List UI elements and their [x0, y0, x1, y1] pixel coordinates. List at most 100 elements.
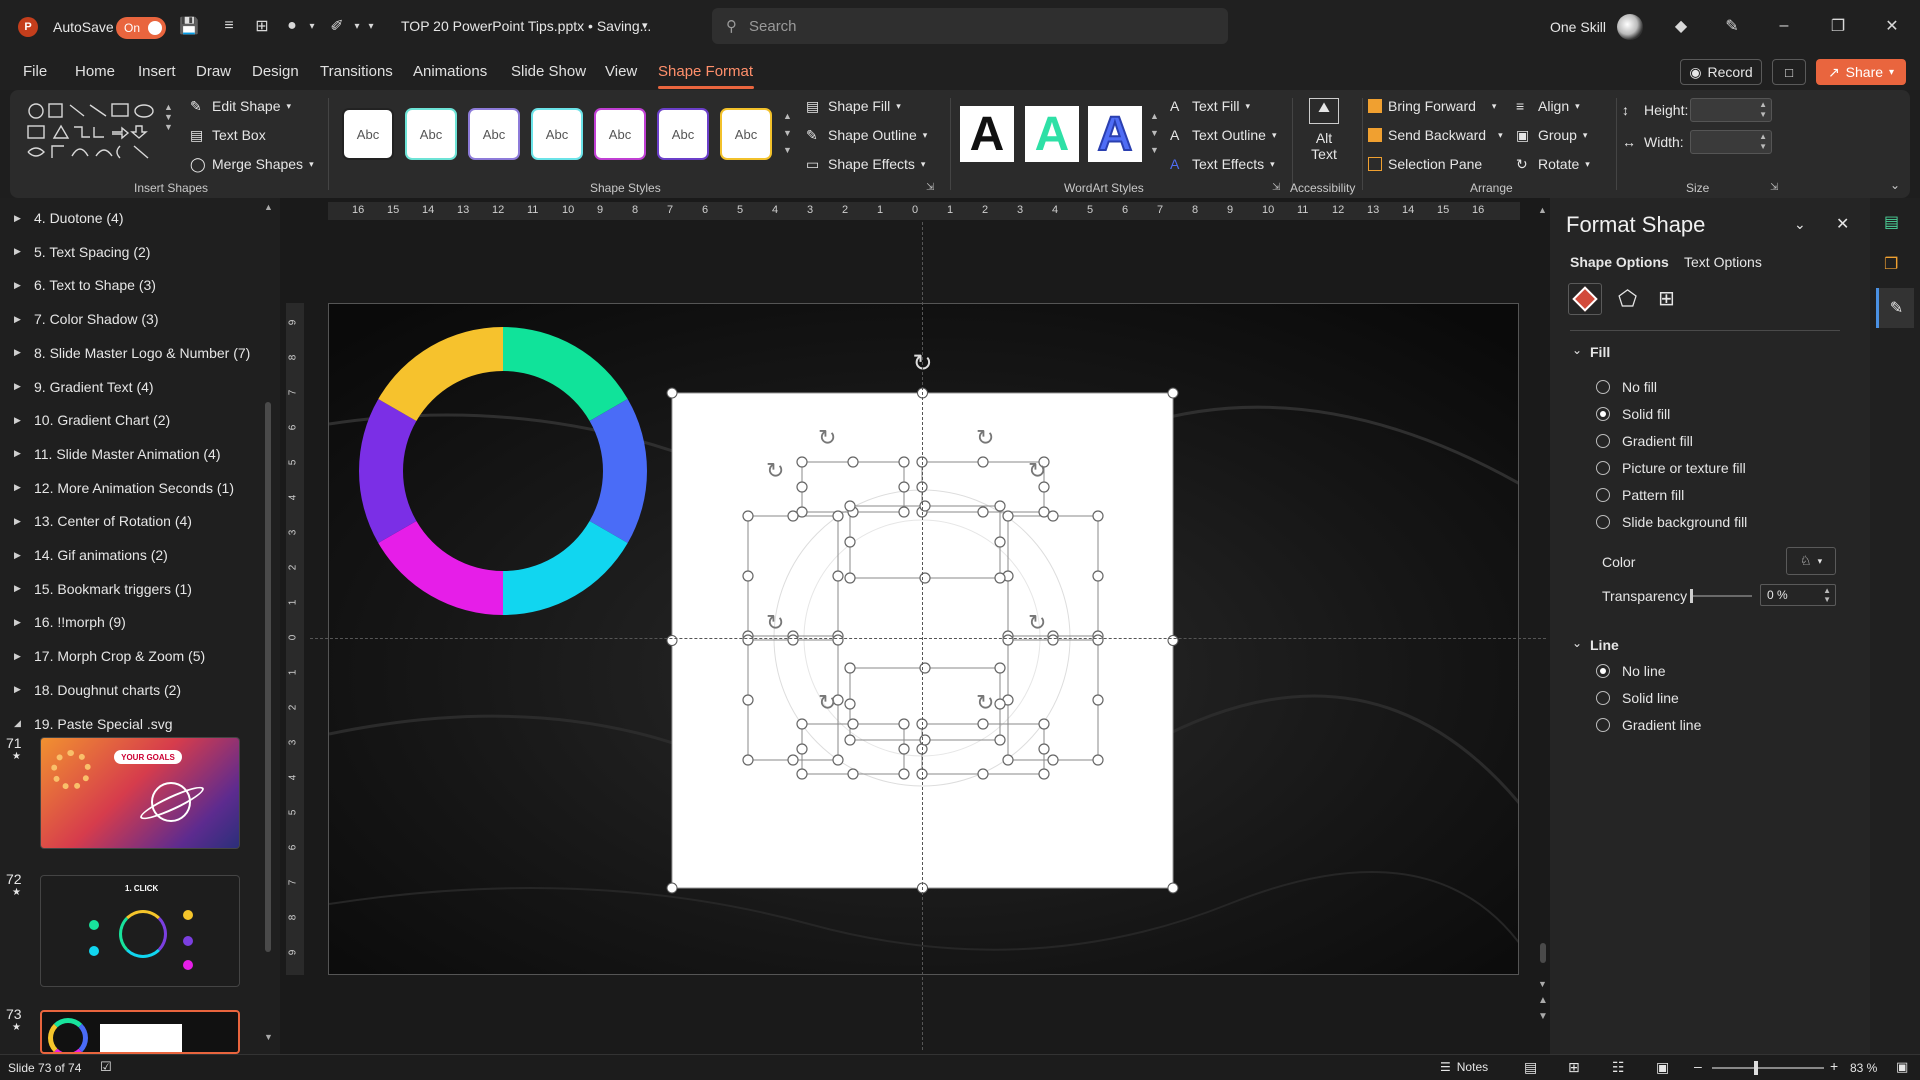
shape-style-2[interactable]: Abc: [405, 108, 457, 160]
radio-button[interactable]: [1596, 515, 1610, 529]
section-collapsed-icon[interactable]: ▶: [14, 516, 24, 527]
color-picker-button[interactable]: ♘ ▾: [1786, 547, 1836, 575]
radio-button[interactable]: [1596, 718, 1610, 732]
close-icon[interactable]: ✕: [1881, 15, 1903, 37]
edit-handle[interactable]: [847, 768, 859, 780]
tab-text-options[interactable]: Text Options: [1684, 254, 1762, 270]
section-item[interactable]: ▶ 4. Duotone (4): [14, 210, 124, 226]
effects-tab-pentagon-icon[interactable]: ⬠: [1618, 286, 1637, 312]
fill-header[interactable]: Fill: [1590, 344, 1610, 360]
edit-handle[interactable]: [1047, 754, 1059, 766]
edit-handle[interactable]: [832, 570, 844, 582]
edit-handle[interactable]: [977, 718, 989, 730]
edit-handle[interactable]: [977, 768, 989, 780]
edit-handle[interactable]: [898, 743, 910, 755]
shape-fill-quick-icon[interactable]: ●: [281, 15, 303, 37]
edit-handle[interactable]: [1092, 570, 1104, 582]
fill-option[interactable]: Picture or texture fill: [1596, 460, 1746, 476]
edit-handle[interactable]: [977, 456, 989, 468]
doughnut-segment[interactable]: [359, 399, 417, 543]
doughnut-segment[interactable]: [378, 521, 503, 615]
gallery-scroll-icon[interactable]: ▲ ▼ ▼: [164, 102, 173, 132]
edit-handle[interactable]: [832, 754, 844, 766]
shape-style-7[interactable]: Abc: [720, 108, 772, 160]
tab-insert[interactable]: Insert: [138, 63, 176, 80]
edit-shape-button[interactable]: ✎ Edit Shape ▾: [190, 98, 291, 114]
resize-handle[interactable]: [1167, 387, 1179, 399]
zoom-level[interactable]: 83 %: [1850, 1061, 1877, 1075]
edit-handle[interactable]: [796, 743, 808, 755]
user-name[interactable]: One Skill: [1550, 19, 1606, 35]
section-collapsed-icon[interactable]: ▶: [14, 314, 24, 325]
send-backward-button[interactable]: Send Backward ▾: [1368, 127, 1503, 143]
autosave-toggle[interactable]: On: [116, 17, 166, 39]
zoom-out-icon[interactable]: –: [1694, 1058, 1702, 1074]
edit-handle[interactable]: [1002, 754, 1014, 766]
chevron-down-icon[interactable]: ▾: [301, 15, 323, 37]
section-collapsed-icon[interactable]: ▶: [14, 448, 24, 459]
zoom-slider-thumb[interactable]: [1754, 1061, 1758, 1075]
section-collapsed-icon[interactable]: ▶: [14, 415, 24, 426]
text-box-button[interactable]: ▤ Text Box: [190, 127, 266, 143]
edit-handle[interactable]: [977, 506, 989, 518]
section-item[interactable]: ▶ 9. Gradient Text (4): [14, 379, 154, 395]
line-option[interactable]: Solid line: [1596, 690, 1679, 706]
section-item[interactable]: ▶ 14. Gif animations (2): [14, 547, 168, 563]
rotate-handle-icon[interactable]: ↻: [818, 690, 836, 715]
section-item[interactable]: ▶ 6. Text to Shape (3): [14, 277, 156, 293]
scrollbar-thumb[interactable]: [265, 402, 271, 952]
section-item[interactable]: ▶ 16. !!morph (9): [14, 614, 126, 630]
line-collapse-icon[interactable]: ⌄: [1572, 636, 1582, 650]
close-icon[interactable]: ✕: [1836, 214, 1849, 234]
edit-handle[interactable]: [994, 698, 1006, 710]
edit-handle[interactable]: [844, 500, 856, 512]
pen-icon[interactable]: ✎: [1721, 15, 1743, 37]
slide-thumbnail-71[interactable]: YOUR GOALS: [40, 737, 240, 849]
fill-line-tab[interactable]: [1568, 283, 1602, 315]
rotate-button[interactable]: ↻ Rotate ▾: [1516, 156, 1590, 172]
section-expanded-icon[interactable]: ◢: [14, 718, 24, 729]
dialog-launcher-icon[interactable]: ⇲: [1770, 182, 1778, 193]
edit-handle[interactable]: [742, 634, 754, 646]
resize-handle[interactable]: [666, 882, 678, 894]
edit-handle[interactable]: [742, 694, 754, 706]
resize-handle[interactable]: [666, 635, 678, 646]
section-item[interactable]: ▶ 13. Center of Rotation (4): [14, 513, 192, 529]
selection-pane-button[interactable]: Selection Pane: [1368, 156, 1482, 172]
rotate-handle-icon[interactable]: ↻: [1028, 458, 1046, 483]
rotate-handle-icon[interactable]: ↻: [1028, 610, 1046, 635]
group-bounding-box[interactable]: [921, 723, 1045, 775]
width-input[interactable]: ▲ ▼: [1690, 130, 1772, 154]
edit-handle[interactable]: [787, 634, 799, 646]
radio-button[interactable]: [1596, 434, 1610, 448]
tab-home[interactable]: Home: [75, 63, 115, 80]
slide-thumbnail-72[interactable]: 1. CLICK: [40, 875, 240, 987]
edit-handle[interactable]: [1092, 694, 1104, 706]
edit-handle[interactable]: [742, 570, 754, 582]
group-bounding-box[interactable]: [849, 505, 1001, 579]
group-button[interactable]: ▣ Group ▾: [1516, 127, 1587, 143]
share-button[interactable]: ↗ Share ▾: [1816, 59, 1906, 85]
edit-handle[interactable]: [994, 662, 1006, 674]
line-header[interactable]: Line: [1590, 637, 1619, 653]
edit-handle[interactable]: [796, 768, 808, 780]
fill-collapse-icon[interactable]: ⌄: [1572, 343, 1582, 357]
section-item[interactable]: ◢ 19. Paste Special .svg: [14, 716, 173, 732]
slide-show-view-icon[interactable]: ▣: [1656, 1059, 1669, 1076]
group-bounding-box[interactable]: [801, 723, 905, 775]
doughnut-segment[interactable]: [503, 327, 628, 421]
tab-shape-options[interactable]: Shape Options: [1570, 254, 1669, 270]
radio-button[interactable]: [1596, 664, 1610, 678]
doughnut-segment[interactable]: [589, 399, 647, 543]
edit-handle[interactable]: [832, 634, 844, 646]
edit-handle[interactable]: [898, 768, 910, 780]
edit-handle[interactable]: [796, 718, 808, 730]
edit-handle[interactable]: [1092, 510, 1104, 522]
shape-style-6[interactable]: Abc: [657, 108, 709, 160]
radio-button[interactable]: [1596, 461, 1610, 475]
next-slide-icon[interactable]: ▼: [1538, 1011, 1548, 1022]
shape-style-1[interactable]: Abc: [342, 108, 394, 160]
slide-thumbnail-73[interactable]: [40, 1010, 240, 1054]
edit-handle[interactable]: [796, 481, 808, 493]
shape-style-5[interactable]: Abc: [594, 108, 646, 160]
